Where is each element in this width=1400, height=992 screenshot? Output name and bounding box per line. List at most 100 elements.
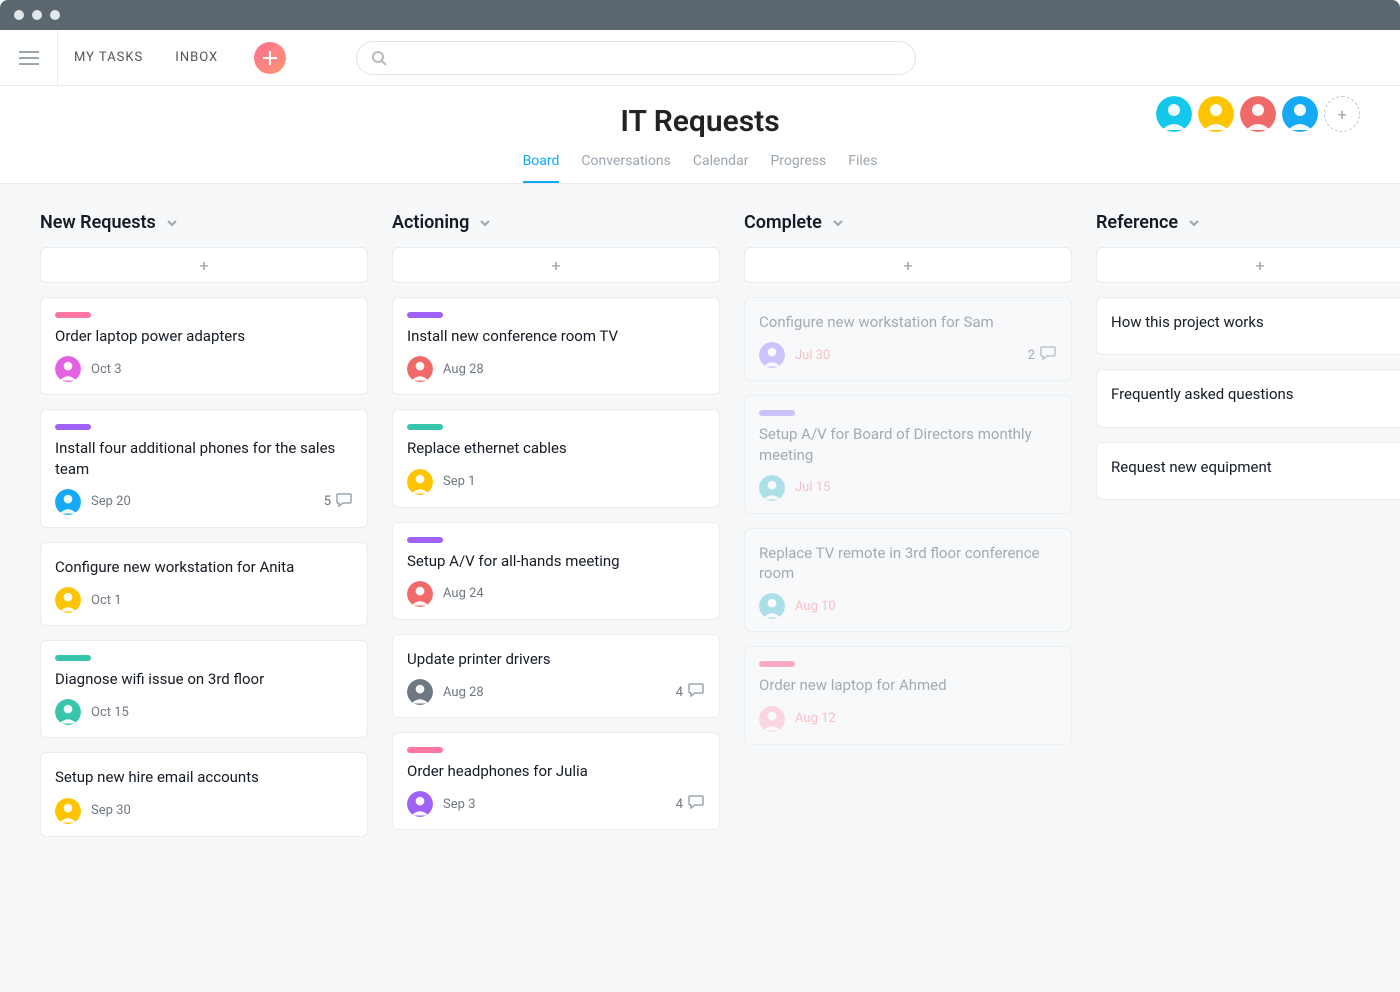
- card-title: Configure new workstation for Anita: [55, 557, 353, 577]
- task-card[interactable]: Frequently asked questions: [1096, 369, 1400, 427]
- card-title: Order headphones for Julia: [407, 761, 705, 781]
- task-card[interactable]: Order headphones for Julia Sep 34: [392, 732, 720, 830]
- task-card[interactable]: Configure new workstation for AnitaOct 1: [40, 542, 368, 626]
- member-avatar[interactable]: [1156, 96, 1192, 132]
- card-date: Aug 28: [443, 685, 484, 700]
- card-date: Oct 15: [91, 705, 129, 720]
- tab-progress[interactable]: Progress: [770, 153, 826, 183]
- card-meta: Aug 284: [407, 679, 705, 705]
- assignee-avatar: [407, 356, 433, 382]
- add-member-button[interactable]: +: [1324, 96, 1360, 132]
- column-title: Reference: [1096, 212, 1178, 233]
- project-members: +: [1156, 96, 1360, 132]
- assignee-avatar: [407, 469, 433, 495]
- card-tag: [759, 410, 795, 416]
- card-title: Replace TV remote in 3rd floor conferenc…: [759, 543, 1057, 584]
- task-card[interactable]: Diagnose wifi issue on 3rd floorOct 15: [40, 640, 368, 738]
- column-header[interactable]: Reference: [1096, 212, 1400, 233]
- card-title: Setup new hire email accounts: [55, 767, 353, 787]
- chrome-dot: [32, 10, 42, 20]
- column-header[interactable]: Actioning: [392, 212, 720, 233]
- card-date: Sep 1: [443, 474, 475, 489]
- card-tag: [407, 312, 443, 318]
- comment-icon: [687, 793, 705, 815]
- tab-conversations[interactable]: Conversations: [581, 153, 670, 183]
- assignee-avatar: [407, 581, 433, 607]
- assignee-avatar: [55, 587, 81, 613]
- task-card[interactable]: How this project works: [1096, 297, 1400, 355]
- assignee-avatar: [55, 798, 81, 824]
- task-card[interactable]: Setup A/V for all-hands meetingAug 24: [392, 522, 720, 620]
- task-card[interactable]: Install four additional phones for the s…: [40, 409, 368, 528]
- card-title: Order laptop power adapters: [55, 326, 353, 346]
- card-meta: Sep 34: [407, 791, 705, 817]
- add-card-button[interactable]: +: [40, 247, 368, 283]
- card-meta: Sep 20 5: [55, 489, 353, 515]
- menu-button[interactable]: [0, 30, 58, 85]
- tab-calendar[interactable]: Calendar: [693, 153, 749, 183]
- tab-board[interactable]: Board: [523, 153, 560, 183]
- task-card[interactable]: Order new laptop for Ahmed Aug 12: [744, 646, 1072, 744]
- card-date: Sep 20: [91, 494, 131, 509]
- card-date: Aug 12: [795, 711, 836, 726]
- chevron-down-icon: [166, 217, 178, 229]
- comment-count: 2: [1028, 344, 1057, 366]
- add-card-button[interactable]: +: [744, 247, 1072, 283]
- card-title: Replace ethernet cables: [407, 438, 705, 458]
- task-card[interactable]: Order laptop power adapters Oct 3: [40, 297, 368, 395]
- task-card[interactable]: Install new conference room TVAug 28: [392, 297, 720, 395]
- assignee-avatar: [759, 593, 785, 619]
- assignee-avatar: [759, 342, 785, 368]
- nav-inbox[interactable]: INBOX: [175, 50, 218, 65]
- card-tag: [407, 537, 443, 543]
- comment-icon: [1039, 344, 1057, 366]
- card-title: Frequently asked questions: [1111, 384, 1400, 404]
- comment-count: 5: [324, 491, 353, 513]
- member-avatar[interactable]: [1282, 96, 1318, 132]
- column-title: Complete: [744, 212, 822, 233]
- task-card[interactable]: Request new equipment: [1096, 442, 1400, 500]
- card-meta: Sep 1: [407, 469, 705, 495]
- task-card[interactable]: Configure new workstation for SamJul 302: [744, 297, 1072, 381]
- search-input[interactable]: [356, 41, 916, 75]
- nav-my-tasks[interactable]: MY TASKS: [74, 50, 143, 65]
- chrome-dot: [14, 10, 24, 20]
- card-tag: [55, 424, 91, 430]
- global-add-button[interactable]: [254, 42, 286, 74]
- task-card[interactable]: Setup new hire email accounts Sep 30: [40, 752, 368, 836]
- card-meta: Sep 30: [55, 798, 353, 824]
- task-card[interactable]: Replace TV remote in 3rd floor conferenc…: [744, 528, 1072, 633]
- add-card-button[interactable]: +: [1096, 247, 1400, 283]
- member-avatar[interactable]: [1198, 96, 1234, 132]
- column-header[interactable]: Complete: [744, 212, 1072, 233]
- assignee-avatar: [55, 356, 81, 382]
- column-header[interactable]: New Requests: [40, 212, 368, 233]
- card-meta: Aug 10: [759, 593, 1057, 619]
- tab-files[interactable]: Files: [848, 153, 877, 183]
- task-card[interactable]: Replace ethernet cables Sep 1: [392, 409, 720, 507]
- assignee-avatar: [407, 679, 433, 705]
- card-tag: [55, 312, 91, 318]
- card-meta: Jul 15: [759, 475, 1057, 501]
- card-meta: Aug 24: [407, 581, 705, 607]
- card-date: Aug 10: [795, 599, 836, 614]
- card-date: Jul 15: [795, 480, 830, 495]
- task-card[interactable]: Update printer driversAug 284: [392, 634, 720, 718]
- card-meta: Jul 302: [759, 342, 1057, 368]
- member-avatar[interactable]: [1240, 96, 1276, 132]
- card-tag: [407, 424, 443, 430]
- chevron-down-icon: [1188, 217, 1200, 229]
- column-title: New Requests: [40, 212, 156, 233]
- assignee-avatar: [759, 706, 785, 732]
- comment-count: 4: [676, 793, 705, 815]
- card-tag: [407, 747, 443, 753]
- card-meta: Aug 12: [759, 706, 1057, 732]
- add-card-button[interactable]: +: [392, 247, 720, 283]
- search-icon: [371, 50, 387, 66]
- card-date: Aug 24: [443, 586, 484, 601]
- column: New Requests + Order laptop power adapter…: [40, 212, 368, 964]
- task-card[interactable]: Setup A/V for Board of Directors monthly…: [744, 395, 1072, 514]
- card-title: Install new conference room TV: [407, 326, 705, 346]
- card-meta: Oct 3: [55, 356, 353, 382]
- card-title: Order new laptop for Ahmed: [759, 675, 1057, 695]
